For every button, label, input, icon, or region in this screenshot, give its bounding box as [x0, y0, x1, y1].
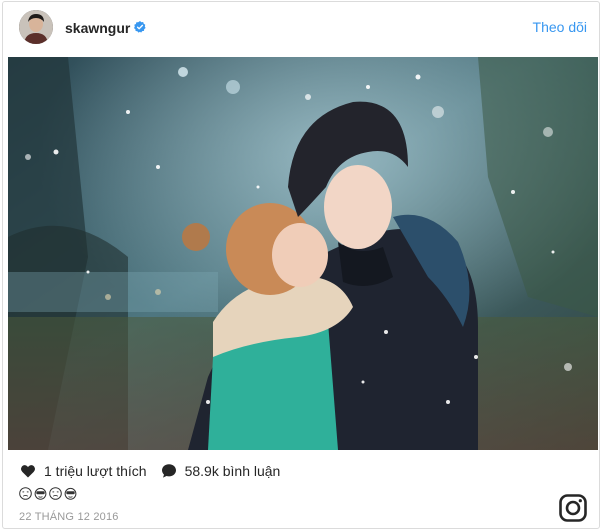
- post-header: skawngur Theo dõi: [3, 2, 599, 54]
- avatar-image: [19, 10, 53, 44]
- monkey-face-emoji-icon: [34, 487, 47, 500]
- instagram-logo-icon[interactable]: [559, 494, 587, 522]
- crying-face-emoji-icon: [19, 487, 32, 500]
- crying-face-emoji-icon: [49, 487, 62, 500]
- post-stats: 1 triệu lượt thích 58.9k bình luận: [20, 462, 280, 480]
- comment-bubble-icon: [161, 464, 176, 478]
- post-photo[interactable]: [8, 57, 598, 450]
- monkey-face-emoji-icon: [64, 487, 77, 500]
- heart-icon: [21, 465, 35, 478]
- photo-image: [8, 57, 598, 450]
- post-date[interactable]: 22 THÁNG 12 2016: [19, 511, 119, 523]
- avatar[interactable]: [19, 10, 53, 44]
- follow-button[interactable]: Theo dõi: [533, 19, 587, 35]
- caption-emoji-row: [19, 487, 79, 500]
- verified-badge-icon: [134, 21, 146, 33]
- username[interactable]: skawngur: [65, 20, 130, 36]
- instagram-embed-card: skawngur Theo dõi 1 triệu lượt thích 58.…: [2, 1, 600, 529]
- comments-count: 58.9k bình luận: [184, 463, 281, 479]
- likes[interactable]: 1 triệu lượt thích: [20, 463, 147, 479]
- comments[interactable]: 58.9k bình luận: [161, 463, 281, 479]
- likes-count: 1 triệu lượt thích: [44, 463, 147, 479]
